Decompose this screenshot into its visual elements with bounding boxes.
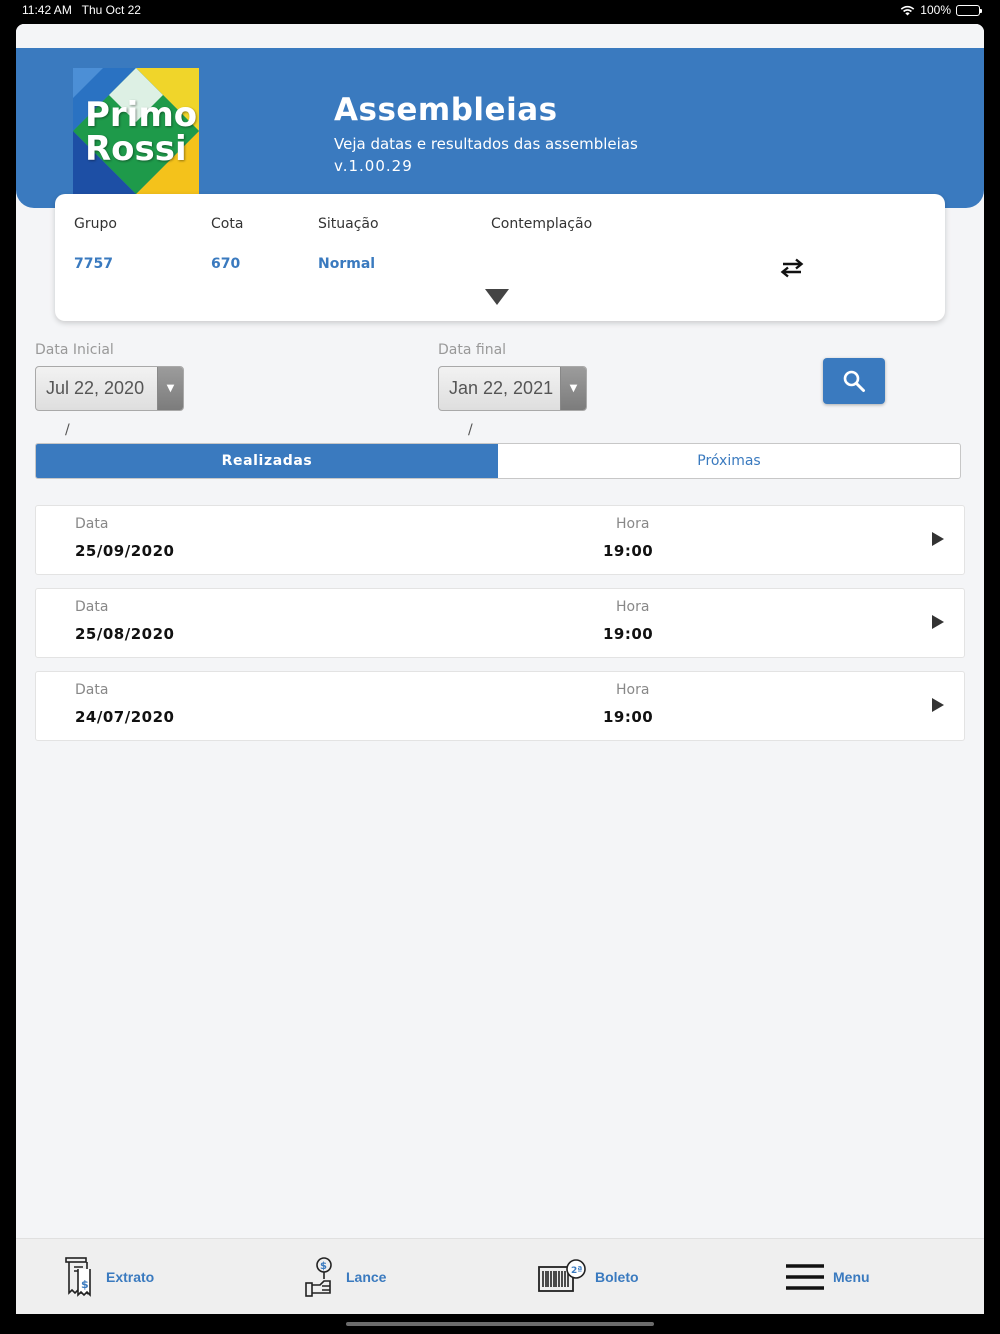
nav-label-boleto: Boleto [595, 1269, 639, 1285]
row-date-label: Data [75, 682, 109, 698]
quota-info-card: Grupo 7757 Cota 670 Situação Normal Cont… [55, 194, 945, 321]
row-time-label: Hora [616, 599, 650, 615]
situacao-value: Normal [318, 256, 376, 272]
status-time: 11:42 AM Thu Oct 22 [22, 3, 141, 17]
app-version: v.1.00.29 [334, 157, 413, 175]
cota-value: 670 [211, 256, 241, 272]
status-indicators: 100% [900, 3, 982, 17]
nav-lance[interactable]: $ Lance [304, 1239, 386, 1314]
svg-text:$: $ [320, 1261, 327, 1272]
battery-percent: 100% [920, 3, 951, 17]
cota-label: Cota [211, 216, 244, 232]
chevron-right-icon [932, 615, 944, 629]
logo-line-primo: Primo [85, 95, 198, 135]
end-date-label: Data final [438, 342, 507, 358]
triangle-down-icon[interactable] [485, 289, 509, 305]
app-window: Primo Rossi Assembleias Veja datas e res… [16, 24, 984, 1314]
start-date-select[interactable]: Jul 22, 2020 ▼ [35, 366, 184, 411]
status-date: Thu Oct 22 [81, 3, 141, 17]
row-time-label: Hora [616, 682, 650, 698]
end-date-slash: / [468, 422, 473, 438]
search-button[interactable] [823, 358, 885, 404]
menu-icon [786, 1264, 824, 1290]
contemplacao-label: Contemplação [491, 216, 593, 232]
list-item[interactable]: Data 25/09/2020 Hora 19:00 [35, 505, 965, 575]
svg-text:$: $ [81, 1278, 89, 1291]
end-date-select[interactable]: Jan 22, 2021 ▼ [438, 366, 587, 411]
header: Primo Rossi Assembleias Veja datas e res… [16, 48, 984, 208]
row-date: 25/08/2020 [75, 625, 175, 643]
logo-text: Primo Rossi [85, 98, 197, 166]
grupo-label: Grupo [74, 216, 117, 232]
list-item[interactable]: Data 25/08/2020 Hora 19:00 [35, 588, 965, 658]
top-strip [16, 24, 984, 48]
wifi-icon [901, 5, 915, 15]
nav-label-lance: Lance [346, 1269, 387, 1285]
assembly-tabs: Realizadas Próximas [35, 443, 961, 479]
start-date-value: Jul 22, 2020 [46, 378, 145, 398]
search-icon [843, 370, 865, 392]
row-date-label: Data [75, 599, 109, 615]
row-time: 19:00 [603, 625, 654, 643]
tab-realizadas[interactable]: Realizadas [36, 444, 498, 478]
svg-text:2ª: 2ª [571, 1266, 582, 1276]
chevron-down-icon: ▼ [560, 367, 586, 410]
page-title: Assembleias [334, 92, 558, 128]
situacao-label: Situação [318, 216, 379, 232]
tab-proximas[interactable]: Próximas [498, 444, 960, 478]
row-time-label: Hora [616, 516, 650, 532]
receipt-icon: $ [65, 1257, 91, 1297]
status-clock: 11:42 AM [22, 3, 72, 17]
row-date-label: Data [75, 516, 109, 532]
nav-label-extrato: Extrato [106, 1269, 155, 1285]
home-indicator[interactable] [346, 1322, 654, 1326]
swap-arrows-icon[interactable] [779, 258, 805, 278]
battery-icon [956, 4, 982, 16]
row-date: 25/09/2020 [75, 542, 175, 560]
grupo-value: 7757 [74, 256, 113, 272]
row-time: 19:00 [603, 542, 654, 560]
chevron-down-icon: ▼ [157, 367, 183, 410]
start-date-label: Data Inicial [35, 342, 114, 358]
logo-line-rossi: Rossi [85, 129, 187, 169]
nav-boleto[interactable]: 2ª Boleto [537, 1239, 639, 1314]
chevron-right-icon [932, 532, 944, 546]
row-date: 24/07/2020 [75, 708, 175, 726]
list-item[interactable]: Data 24/07/2020 Hora 19:00 [35, 671, 965, 741]
end-date-value: Jan 22, 2021 [449, 378, 554, 398]
bottom-nav: $ Extrato $ Lance 2ª Boleto Menu [16, 1238, 984, 1314]
nav-label-menu: Menu [833, 1269, 870, 1285]
start-date-slash: / [65, 422, 70, 438]
page-subtitle: Veja datas e resultados das assembleias [334, 135, 638, 153]
hand-coin-icon: $ [305, 1257, 332, 1297]
primo-rossi-logo: Primo Rossi [73, 68, 199, 194]
row-time: 19:00 [603, 708, 654, 726]
nav-menu[interactable]: Menu [785, 1239, 870, 1314]
assembly-list: Data 25/09/2020 Hora 19:00 Data 25/08/20… [35, 505, 965, 754]
status-bar: 11:42 AM Thu Oct 22 100% [0, 0, 1000, 22]
chevron-right-icon [932, 698, 944, 712]
nav-extrato[interactable]: $ Extrato [64, 1239, 154, 1314]
barcode-icon: 2ª [538, 1259, 586, 1292]
